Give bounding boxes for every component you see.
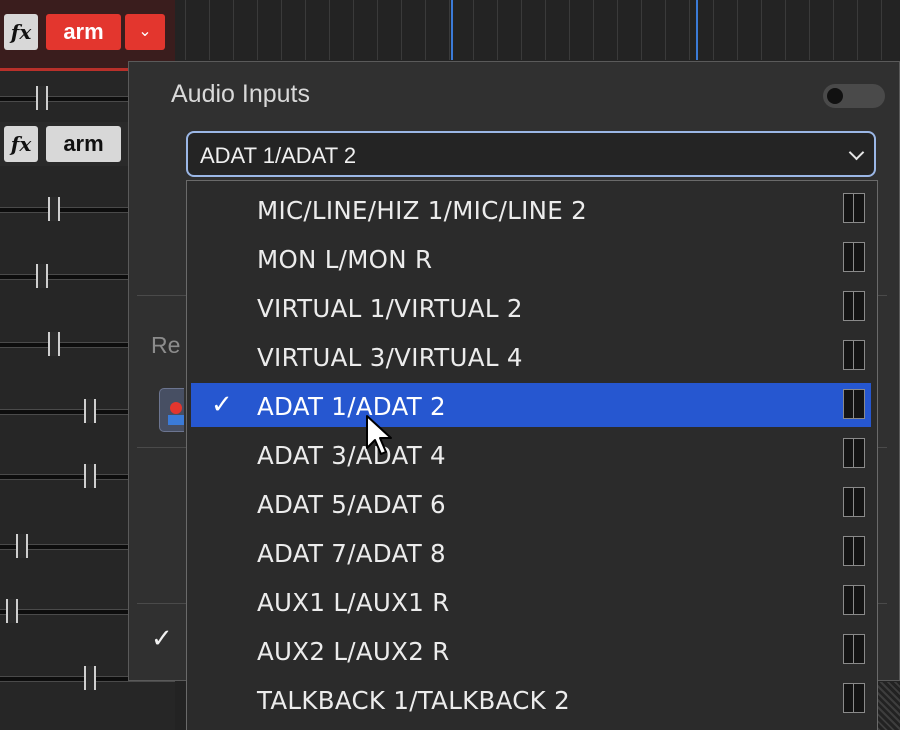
fader-handle[interactable]: [6, 599, 18, 623]
dropdown-option[interactable]: ADAT 5/ADAT 6: [191, 481, 871, 525]
dropdown-option[interactable]: MIC/LINE/HIZ 1/MIC/LINE 2: [191, 187, 871, 231]
fx-button[interactable]: fx: [4, 14, 38, 50]
option-label: VIRTUAL 1/VIRTUAL 2: [257, 294, 523, 323]
fader-handle[interactable]: [84, 464, 96, 488]
input-bar-icon: [168, 415, 184, 425]
section-label: Re: [151, 332, 181, 358]
stereo-meter-icon: [843, 487, 865, 517]
stereo-meter-icon: [843, 340, 865, 370]
checkmark-icon: ✓: [211, 390, 233, 420]
dropdown-option[interactable]: VIRTUAL 3/VIRTUAL 4: [191, 334, 871, 378]
timeline-grid: [185, 0, 900, 60]
stereo-meter-icon: [843, 585, 865, 615]
dropdown-option[interactable]: ADAT 7/ADAT 8: [191, 530, 871, 574]
stereo-meter-icon: [843, 291, 865, 321]
chevron-down-icon: ⌄: [138, 23, 152, 40]
dropdown-option[interactable]: TALKBACK 1/TALKBACK 2: [191, 677, 871, 721]
option-label: TALKBACK 1/TALKBACK 2: [257, 686, 571, 715]
fader-handle[interactable]: [16, 534, 28, 558]
toggle-knob: [827, 88, 843, 104]
audio-input-select[interactable]: ADAT 1/ADAT 2: [186, 131, 876, 177]
audio-inputs-title: Audio Inputs: [171, 80, 310, 108]
dropdown-option[interactable]: AUX2 L/AUX2 R: [191, 628, 871, 672]
checkmark-icon[interactable]: ✓: [151, 624, 173, 654]
arm-button[interactable]: arm: [46, 126, 121, 162]
resize-grip[interactable]: [878, 682, 900, 730]
option-label: MON L/MON R: [257, 245, 433, 274]
stereo-meter-icon: [843, 389, 865, 419]
record-source-icon[interactable]: [159, 388, 184, 432]
fader-handle[interactable]: [84, 399, 96, 423]
stereo-meter-icon: [843, 536, 865, 566]
option-label: ADAT 1/ADAT 2: [257, 392, 446, 421]
mouse-pointer-icon: [366, 415, 392, 455]
arm-button[interactable]: arm: [46, 14, 121, 50]
select-value: ADAT 1/ADAT 2: [200, 143, 357, 168]
chevron-down-icon: [848, 144, 865, 161]
option-label: ADAT 5/ADAT 6: [257, 490, 446, 519]
playhead: [696, 0, 698, 60]
dropdown-option[interactable]: VIRTUAL 1/VIRTUAL 2: [191, 285, 871, 329]
fader-handle[interactable]: [48, 197, 60, 221]
fader-handle[interactable]: [84, 666, 96, 690]
audio-inputs-toggle[interactable]: [823, 84, 885, 108]
daw-window: fx arm ⌄ fx arm Audio Inputs Re ✓ ADAT 1…: [0, 0, 900, 730]
stereo-meter-icon: [843, 634, 865, 664]
stereo-meter-icon: [843, 438, 865, 468]
fader-handle[interactable]: [36, 264, 48, 288]
loop-marker: [451, 0, 453, 60]
arm-menu-button[interactable]: ⌄: [125, 14, 165, 50]
option-label: ADAT 7/ADAT 8: [257, 539, 446, 568]
option-label: ADAT 3/ADAT 4: [257, 441, 446, 470]
record-dot-icon: [170, 402, 182, 414]
option-label: AUX2 L/AUX2 R: [257, 637, 450, 666]
stereo-meter-icon: [843, 242, 865, 272]
dropdown-option-selected[interactable]: ✓ ADAT 1/ADAT 2: [191, 383, 871, 427]
dropdown-option[interactable]: ADAT 3/ADAT 4: [191, 432, 871, 476]
option-label: MIC/LINE/HIZ 1/MIC/LINE 2: [257, 196, 588, 225]
option-label: VIRTUAL 3/VIRTUAL 4: [257, 343, 523, 372]
stereo-meter-icon: [843, 193, 865, 223]
stereo-meter-icon: [843, 683, 865, 713]
audio-input-dropdown: MIC/LINE/HIZ 1/MIC/LINE 2 MON L/MON R VI…: [186, 180, 878, 730]
fader-handle[interactable]: [36, 86, 48, 110]
fx-button[interactable]: fx: [4, 126, 38, 162]
option-label: AUX1 L/AUX1 R: [257, 588, 450, 617]
dropdown-option[interactable]: MON L/MON R: [191, 236, 871, 280]
fader-handle[interactable]: [48, 332, 60, 356]
dropdown-option[interactable]: AUX1 L/AUX1 R: [191, 579, 871, 623]
